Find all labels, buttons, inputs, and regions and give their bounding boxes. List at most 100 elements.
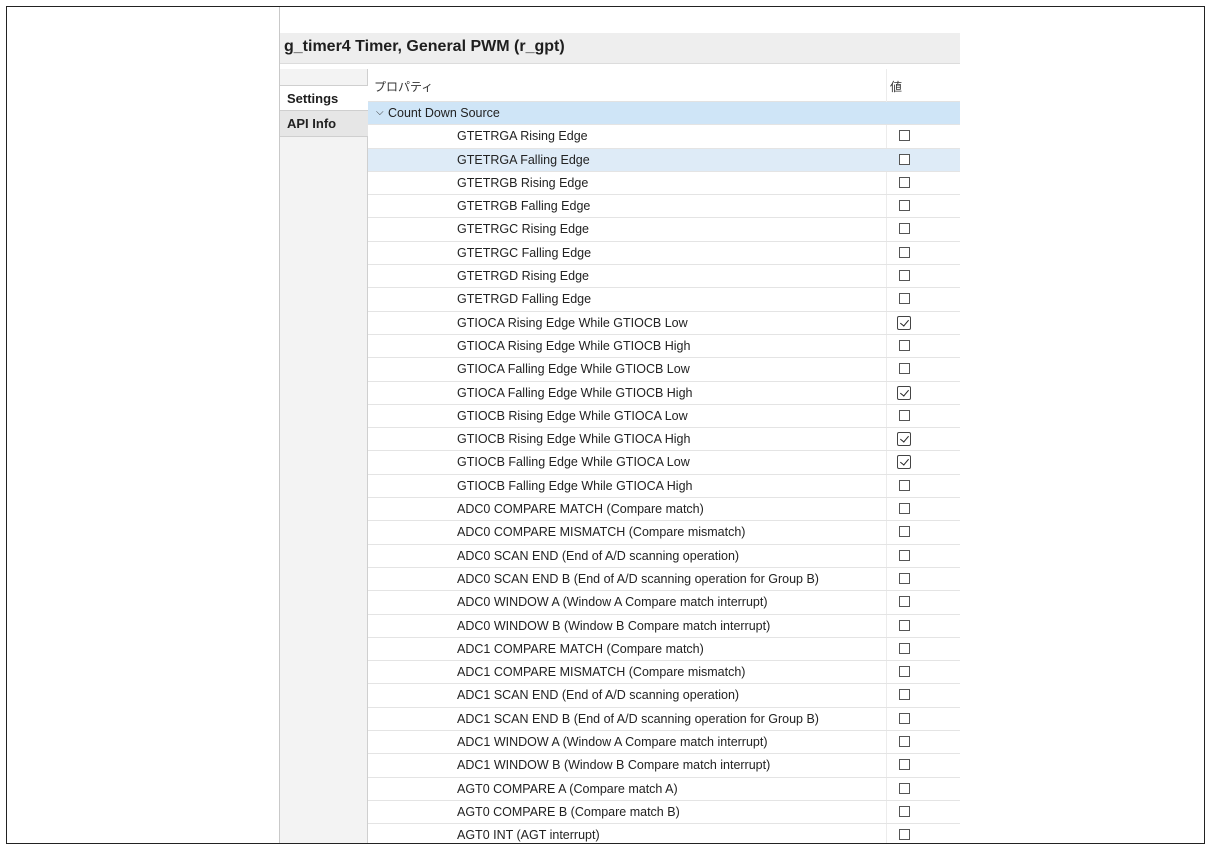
property-label: ADC1 COMPARE MISMATCH (Compare mismatch) (457, 665, 746, 680)
property-label: ADC0 WINDOW A (Window A Compare match in… (457, 595, 768, 610)
property-label: GTETRGA Rising Edge (457, 129, 588, 144)
table-row[interactable]: ADC0 SCAN END (End of A/D scanning opera… (368, 545, 960, 568)
property-label: GTETRGC Rising Edge (457, 222, 589, 237)
tab-api-info[interactable]: API Info (280, 111, 368, 137)
table-row[interactable]: GTIOCA Falling Edge While GTIOCB High (368, 382, 960, 405)
property-label: AGT0 COMPARE A (Compare match A) (457, 781, 678, 796)
table-row[interactable]: AGT0 INT (AGT interrupt) (368, 824, 960, 843)
checkbox-unchecked[interactable] (899, 339, 910, 351)
checkbox-unchecked[interactable] (899, 409, 910, 421)
checkbox-unchecked[interactable] (899, 642, 910, 654)
checkbox-unchecked[interactable] (899, 596, 910, 608)
table-row[interactable]: GTIOCA Rising Edge While GTIOCB High (368, 335, 960, 359)
property-label: GTETRGC Falling Edge (457, 245, 592, 260)
table-rows: ⌵ Count Down Source GTETRGA Rising Edge G… (368, 102, 960, 843)
property-label: ADC1 SCAN END B (End of A/D scanning ope… (457, 711, 819, 726)
table-row[interactable]: GTETRGA Rising Edge (368, 125, 960, 149)
panel-title: g_timer4 Timer, General PWM (r_gpt) (284, 38, 565, 55)
table-header: プロパティ 値 (368, 69, 960, 102)
table-row[interactable]: ADC1 COMPARE MISMATCH (Compare mismatch) (368, 661, 960, 685)
checkbox-unchecked[interactable] (899, 805, 910, 817)
checkbox-unchecked[interactable] (899, 293, 910, 305)
property-label: GTETRGD Rising Edge (457, 269, 589, 284)
property-label: GTETRGD Falling Edge (457, 292, 592, 307)
table-row[interactable]: ADC0 WINDOW B (Window B Compare match in… (368, 615, 960, 638)
property-label: AGT0 COMPARE B (Compare match B) (457, 804, 680, 819)
checkbox-unchecked[interactable] (899, 759, 910, 771)
checkbox-checked[interactable] (897, 432, 911, 447)
table-row[interactable]: GTETRGB Rising Edge (368, 172, 960, 196)
property-label: ADC0 SCAN END (End of A/D scanning opera… (457, 548, 740, 563)
table-row[interactable]: ADC0 WINDOW A (Window A Compare match in… (368, 591, 960, 615)
property-label: GTIOCB Rising Edge While GTIOCA High (457, 432, 691, 447)
screenshot-frame: g_timer4 Timer, General PWM (r_gpt) Sett… (6, 6, 1205, 844)
group-label: Count Down Source (388, 106, 500, 120)
table-row[interactable]: GTETRGD Rising Edge (368, 265, 960, 289)
checkbox-unchecked[interactable] (899, 712, 910, 724)
checkbox-unchecked[interactable] (899, 270, 910, 282)
property-label: ADC1 WINDOW A (Window A Compare match in… (457, 735, 768, 750)
table-row[interactable]: GTETRGA Falling Edge (368, 148, 960, 172)
checkbox-unchecked[interactable] (899, 176, 910, 188)
checkbox-unchecked[interactable] (899, 503, 910, 515)
table-row[interactable]: GTETRGD Falling Edge (368, 288, 960, 312)
property-label: GTETRGA Falling Edge (457, 152, 590, 167)
property-label: GTETRGB Falling Edge (457, 199, 591, 214)
checkbox-unchecked[interactable] (899, 130, 910, 142)
checkbox-unchecked[interactable] (899, 223, 910, 235)
checkbox-unchecked[interactable] (899, 200, 910, 212)
property-label: GTETRGB Rising Edge (457, 175, 589, 190)
property-label: ADC0 COMPARE MATCH (Compare match) (457, 502, 704, 517)
checkbox-unchecked[interactable] (899, 666, 910, 678)
table-row[interactable]: GTIOCB Rising Edge While GTIOCA Low (368, 405, 960, 429)
table-row[interactable]: AGT0 COMPARE A (Compare match A) (368, 778, 960, 801)
table-row[interactable]: ADC1 SCAN END B (End of A/D scanning ope… (368, 708, 960, 732)
checkbox-unchecked[interactable] (899, 526, 910, 538)
table-row[interactable]: ADC0 COMPARE MISMATCH (Compare mismatch) (368, 521, 960, 545)
property-label: ADC1 SCAN END (End of A/D scanning opera… (457, 688, 740, 703)
table-row[interactable]: GTETRGB Falling Edge (368, 195, 960, 219)
table-row[interactable]: GTIOCB Falling Edge While GTIOCA High (368, 475, 960, 499)
table-row[interactable]: GTIOCB Falling Edge While GTIOCA Low (368, 451, 960, 475)
checkbox-unchecked[interactable] (899, 689, 910, 701)
property-label: GTIOCA Rising Edge While GTIOCB Low (457, 315, 688, 330)
checkbox-unchecked[interactable] (899, 619, 910, 631)
property-label: ADC1 WINDOW B (Window B Compare match in… (457, 758, 771, 773)
checkbox-unchecked[interactable] (899, 736, 910, 748)
table-row[interactable]: AGT0 COMPARE B (Compare match B) (368, 801, 960, 825)
table-row[interactable]: GTIOCA Falling Edge While GTIOCB Low (368, 358, 960, 382)
property-label: GTIOCA Rising Edge While GTIOCB High (457, 338, 691, 353)
table-row[interactable]: ADC0 SCAN END B (End of A/D scanning ope… (368, 568, 960, 592)
column-header-value[interactable]: 値 (890, 78, 902, 95)
checkbox-checked[interactable] (897, 455, 911, 470)
table-row[interactable]: GTETRGC Falling Edge (368, 242, 960, 266)
table-row[interactable]: GTIOCB Rising Edge While GTIOCA High (368, 428, 960, 452)
table-row[interactable]: ADC1 COMPARE MATCH (Compare match) (368, 638, 960, 662)
table-row[interactable]: ADC1 WINDOW A (Window A Compare match in… (368, 731, 960, 755)
checkbox-unchecked[interactable] (899, 829, 910, 841)
checkbox-checked[interactable] (897, 315, 911, 330)
checkbox-checked[interactable] (897, 385, 911, 400)
checkbox-unchecked[interactable] (899, 153, 910, 165)
group-row-count-down-source[interactable]: ⌵ Count Down Source (368, 102, 960, 126)
table-row[interactable]: GTIOCA Rising Edge While GTIOCB Low (368, 312, 960, 335)
table-row[interactable]: ADC0 COMPARE MATCH (Compare match) (368, 498, 960, 522)
table-row[interactable]: GTETRGC Rising Edge (368, 218, 960, 242)
chevron-down-icon[interactable]: ⌵ (376, 107, 384, 118)
property-label: GTIOCB Rising Edge While GTIOCA Low (457, 408, 688, 423)
checkbox-unchecked[interactable] (899, 363, 910, 375)
table-row[interactable]: ADC1 SCAN END (End of A/D scanning opera… (368, 684, 960, 708)
checkbox-unchecked[interactable] (899, 246, 910, 258)
property-table: プロパティ 値 ⌵ Count Down Source GTETRGA Risi… (368, 69, 960, 843)
checkbox-unchecked[interactable] (899, 479, 910, 491)
checkbox-unchecked[interactable] (899, 572, 910, 584)
property-label: ADC1 COMPARE MATCH (Compare match) (457, 641, 704, 656)
column-header-property[interactable]: プロパティ (374, 78, 433, 95)
property-label: ADC0 SCAN END B (End of A/D scanning ope… (457, 571, 819, 586)
checkbox-unchecked[interactable] (899, 782, 910, 794)
property-label: GTIOCA Falling Edge While GTIOCB Low (457, 362, 690, 377)
tab-settings[interactable]: Settings (280, 85, 369, 111)
vertical-tab-strip: Settings API Info (280, 69, 369, 843)
checkbox-unchecked[interactable] (899, 549, 910, 561)
table-row[interactable]: ADC1 WINDOW B (Window B Compare match in… (368, 754, 960, 778)
